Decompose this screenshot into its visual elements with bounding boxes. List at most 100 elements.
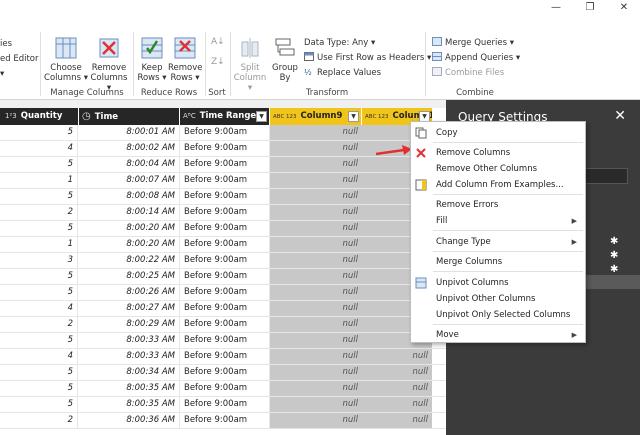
cell-quantity[interactable]: 5 [0, 269, 78, 284]
cell-quantity[interactable]: 2 [0, 317, 78, 332]
cell-quantity[interactable]: 5 [0, 397, 78, 412]
cell-time[interactable]: 8:00:04 AM [78, 157, 180, 172]
cell-time-range[interactable]: Before 9:00am [180, 253, 270, 268]
any-type-icon[interactable]: ABC 123 [273, 109, 297, 125]
cell-column9[interactable]: null [270, 205, 362, 220]
cell-column9[interactable]: null [270, 157, 362, 172]
cell-column9[interactable]: null [270, 397, 362, 412]
column-header-column9[interactable]: ABC 123 Column9 ▼ [270, 108, 361, 125]
table-row[interactable]: 5 8:00:35 AM Before 9:00am null null [0, 381, 446, 397]
cell-time[interactable]: 8:00:29 AM [78, 317, 180, 332]
cell-quantity[interactable]: 3 [0, 253, 78, 268]
table-row[interactable]: 5 8:00:34 AM Before 9:00am null null [0, 365, 446, 381]
cell-quantity[interactable]: 5 [0, 221, 78, 236]
cell-time-range[interactable]: Before 9:00am [180, 349, 270, 364]
cell-column9[interactable]: null [270, 413, 362, 428]
cell-column9[interactable]: null [270, 349, 362, 364]
menu-item-unpivot-columns[interactable]: Unpivot Columns [411, 275, 585, 291]
cell-time-range[interactable]: Before 9:00am [180, 125, 270, 140]
cell-time[interactable]: 8:00:01 AM [78, 125, 180, 140]
time-type-icon[interactable]: ◷ [82, 108, 91, 125]
menu-item-remove-other-columns[interactable]: Remove Other Columns [411, 161, 585, 177]
ribbon-cut-item-2[interactable]: ed Editor [0, 53, 38, 65]
cell-column9[interactable]: null [270, 269, 362, 284]
cell-column9[interactable]: null [270, 381, 362, 396]
cell-quantity[interactable]: 5 [0, 285, 78, 300]
cell-column9[interactable]: null [270, 221, 362, 236]
any-type-icon[interactable]: ABC 123 [365, 109, 389, 125]
cell-quantity[interactable]: 1 [0, 237, 78, 252]
cell-time[interactable]: 8:00:26 AM [78, 285, 180, 300]
cell-time[interactable]: 8:00:08 AM [78, 189, 180, 204]
menu-item-copy[interactable]: Copy [411, 125, 585, 141]
merge-queries-button[interactable]: Merge Queries ▾ [432, 37, 514, 49]
cell-quantity[interactable]: 1 [0, 173, 78, 188]
cell-time-range[interactable]: Before 9:00am [180, 317, 270, 332]
table-row[interactable]: 5 8:00:26 AM Before 9:00am null [0, 285, 446, 301]
menu-item-remove-columns[interactable]: Remove Columns [411, 145, 585, 161]
cell-time-range[interactable]: Before 9:00am [180, 189, 270, 204]
table-row[interactable]: 1 8:00:20 AM Before 9:00am null [0, 237, 446, 253]
use-first-row-headers-button[interactable]: Use First Row as Headers ▾ [304, 52, 431, 64]
table-row[interactable]: 5 8:00:08 AM Before 9:00am null [0, 189, 446, 205]
table-row[interactable]: 4 8:00:33 AM Before 9:00am null null [0, 349, 446, 365]
cell-time-range[interactable]: Before 9:00am [180, 413, 270, 428]
table-row[interactable]: 2 8:00:36 AM Before 9:00am null null [0, 413, 446, 429]
cell-time-range[interactable]: Before 9:00am [180, 333, 270, 348]
cell-time[interactable]: 8:00:25 AM [78, 269, 180, 284]
cell-column9[interactable]: null [270, 365, 362, 380]
table-row[interactable]: 3 8:00:22 AM Before 9:00am null [0, 253, 446, 269]
remove-columns-button[interactable]: Remove Columns ▾ [88, 36, 130, 93]
gear-icon[interactable]: ✱ [610, 250, 618, 261]
cell-time[interactable]: 8:00:20 AM [78, 237, 180, 252]
cell-column9[interactable]: null [270, 333, 362, 348]
cell-time-range[interactable]: Before 9:00am [180, 397, 270, 412]
cell-column9[interactable]: null [270, 141, 362, 156]
cell-time-range[interactable]: Before 9:00am [180, 157, 270, 172]
append-queries-button[interactable]: Append Queries ▾ [432, 52, 520, 64]
table-row[interactable]: 5 8:00:20 AM Before 9:00am null [0, 221, 446, 237]
group-by-button[interactable]: Group By [270, 36, 300, 83]
close-icon[interactable]: ✕ [614, 108, 626, 124]
table-row[interactable]: 4 8:00:27 AM Before 9:00am null [0, 301, 446, 317]
menu-item-unpivot-only-selected-columns[interactable]: Unpivot Only Selected Columns [411, 307, 585, 323]
cell-quantity[interactable]: 2 [0, 205, 78, 220]
cell-column10[interactable]: null [362, 397, 432, 412]
cell-column10[interactable]: null [362, 349, 432, 364]
cell-time-range[interactable]: Before 9:00am [180, 205, 270, 220]
cell-time[interactable]: 8:00:22 AM [78, 253, 180, 268]
ribbon-cut-item-3[interactable]: ▾ [0, 68, 4, 80]
cell-column9[interactable]: null [270, 317, 362, 332]
cell-quantity[interactable]: 4 [0, 141, 78, 156]
cell-time[interactable]: 8:00:36 AM [78, 413, 180, 428]
menu-item-merge-columns[interactable]: Merge Columns [411, 254, 585, 270]
whole-number-type-icon[interactable]: 1²3 [5, 108, 17, 125]
remove-rows-button[interactable]: Remove Rows ▾ [168, 36, 203, 83]
table-row[interactable]: 1 8:00:07 AM Before 9:00am null [0, 173, 446, 189]
menu-item-unpivot-other-columns[interactable]: Unpivot Other Columns [411, 291, 585, 307]
cell-column9[interactable]: null [270, 189, 362, 204]
cell-column9[interactable]: null [270, 125, 362, 140]
cell-quantity[interactable]: 2 [0, 413, 78, 428]
cell-time-range[interactable]: Before 9:00am [180, 381, 270, 396]
table-row[interactable]: 5 8:00:25 AM Before 9:00am null [0, 269, 446, 285]
cell-time-range[interactable]: Before 9:00am [180, 141, 270, 156]
cell-time-range[interactable]: Before 9:00am [180, 285, 270, 300]
cell-column9[interactable]: null [270, 237, 362, 252]
menu-item-remove-errors[interactable]: Remove Errors [411, 197, 585, 213]
cell-column9[interactable]: null [270, 253, 362, 268]
cell-quantity[interactable]: 5 [0, 365, 78, 380]
filter-dropdown-icon[interactable]: ▼ [256, 111, 267, 122]
ribbon-cut-item-1[interactable]: ies [0, 38, 12, 50]
cell-column9[interactable]: null [270, 173, 362, 188]
gear-icon[interactable]: ✱ [610, 264, 618, 275]
replace-values-button[interactable]: ½ Replace Values [304, 67, 381, 79]
table-row[interactable]: 5 8:00:01 AM Before 9:00am null [0, 125, 446, 141]
cell-time[interactable]: 8:00:07 AM [78, 173, 180, 188]
cell-quantity[interactable]: 4 [0, 301, 78, 316]
cell-time[interactable]: 8:00:33 AM [78, 333, 180, 348]
cell-quantity[interactable]: 5 [0, 381, 78, 396]
cell-time-range[interactable]: Before 9:00am [180, 365, 270, 380]
cell-time[interactable]: 8:00:35 AM [78, 381, 180, 396]
menu-item-add-column-from-examples[interactable]: Add Column From Examples... [411, 177, 585, 193]
